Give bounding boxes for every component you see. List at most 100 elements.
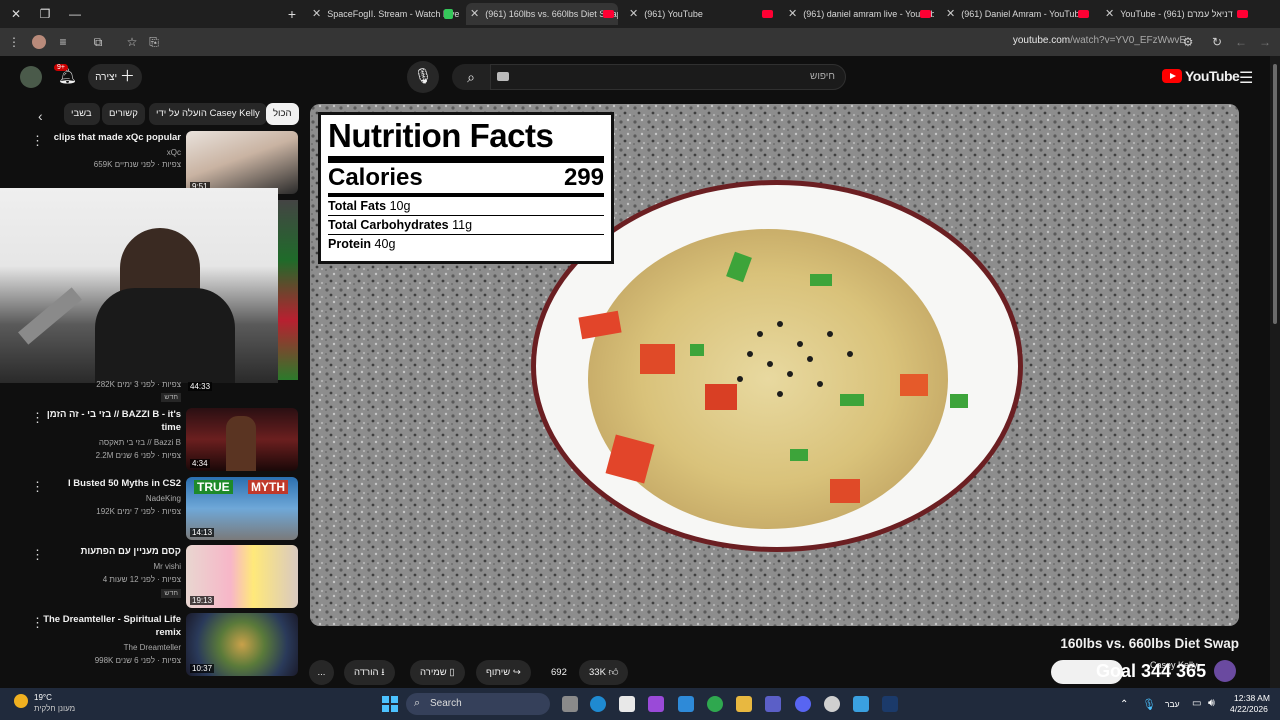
network-icon[interactable]: ▭ (1192, 698, 1201, 709)
tab-spacefog[interactable]: ✕ SpaceFogII. Stream - Watch Live (308, 3, 463, 25)
microphone-tray-icon[interactable]: 🎙︎ (1142, 698, 1156, 711)
menu-dots-icon[interactable]: ⋮ (6, 34, 22, 50)
video-title[interactable]: I Busted 50 Myths in CS2 (41, 477, 181, 490)
share-label: שיתוף (486, 667, 511, 678)
scrollbar-thumb[interactable] (1273, 64, 1277, 324)
create-button[interactable]: יצירה ＋ (88, 64, 142, 90)
steam-icon[interactable] (882, 696, 898, 712)
chip-more[interactable]: בשבי (64, 103, 100, 125)
close-tab-icon[interactable]: ✕ (470, 3, 479, 25)
kick-favicon-icon (444, 9, 453, 19)
weather-icon[interactable] (14, 694, 28, 708)
app-icon[interactable] (853, 696, 869, 712)
duration-badge: 44:33 (188, 382, 213, 391)
chip-all[interactable]: הכול (266, 103, 299, 125)
voice-search-icon[interactable]: 🎙︎ (407, 61, 439, 93)
forward-icon[interactable]: → (1257, 34, 1273, 50)
edge-icon[interactable] (590, 696, 606, 712)
volume-icon[interactable]: 🔊︎ (1208, 697, 1215, 710)
cast-icon[interactable]: ⎘ (146, 34, 162, 50)
tab-label: (961) daniel amram live - YouTube (803, 9, 934, 19)
calories-row: Calories 299 (328, 163, 604, 193)
video-meta: 282K צפיות · לפני 3 ימים (96, 380, 181, 389)
tab-youtube[interactable]: ✕ (961) YouTube (625, 3, 775, 25)
channel-name[interactable]: Casey Kelly (1150, 660, 1198, 670)
reading-list-icon[interactable]: ≡ (55, 34, 71, 50)
tray-chevron-icon[interactable]: ⌃ (1120, 699, 1128, 710)
video-title[interactable]: clips that made xQc popular (41, 131, 181, 144)
channel-name[interactable]: The Dreamteller (124, 643, 181, 652)
tab-daniel-hebrew[interactable]: ✕ YouTube - דניאל עמרם (961) (1101, 3, 1251, 25)
windows-start-icon[interactable] (382, 696, 398, 712)
hamburger-menu-icon[interactable]: ☰ (1239, 68, 1253, 88)
list-item[interactable]: ⋮ I Busted 50 Myths in CS2 NadeKing 192K… (26, 477, 298, 540)
list-item[interactable]: ⋮ The Dreamteller - Spiritual Life remix… (26, 613, 298, 676)
share-button[interactable]: שיתוף ↪ (476, 660, 531, 685)
video-thumbnail[interactable]: TRUE MYTH 14:13 (186, 477, 298, 540)
calories-value: 299 (563, 164, 604, 191)
restore-window-icon[interactable]: ❐ (37, 6, 53, 22)
task-view-icon[interactable] (562, 696, 578, 712)
app-icon[interactable] (678, 696, 694, 712)
list-item[interactable]: 282K צפיות · לפני 3 ימים חדש 44:33 (26, 378, 298, 406)
back-icon[interactable]: ← (1233, 34, 1249, 50)
list-item[interactable]: ⋮ קסם מעניין עם הפתעות Mr vishi 4 צפיות … (26, 545, 298, 608)
youtube-favicon-icon (1078, 10, 1089, 18)
channel-name[interactable]: Mr vishi (153, 562, 181, 571)
close-tab-icon[interactable]: ✕ (946, 3, 955, 25)
tab-daniel-amram[interactable]: ✕ (961) Daniel Amram - YouTube (942, 3, 1097, 25)
like-button[interactable]: 33K 👍︎ (579, 660, 629, 685)
video-thumbnail[interactable]: 9:51 (186, 131, 298, 194)
chip-uploaded-by[interactable]: הועלה על ידי Casey Kelly (149, 103, 267, 125)
download-button[interactable]: הורדה ⭳ (344, 660, 395, 685)
tab-diet-swap[interactable]: ✕ (961) 160lbs vs. 660lbs Diet Swap (466, 3, 618, 25)
close-tab-icon[interactable]: ✕ (1105, 3, 1114, 25)
close-window-icon[interactable]: ✕ (8, 6, 24, 22)
taskbar-search[interactable]: Search (406, 693, 550, 715)
channel-avatar[interactable] (1214, 660, 1236, 682)
search-input[interactable]: חיפוש (490, 64, 846, 90)
taskbar: 19°C מעונן חלקית Search ⌕ 12:38 AM 4/22/… (0, 688, 1280, 720)
list-item[interactable]: ⋮ clips that made xQc popular xQc 659K צ… (26, 131, 298, 194)
video-title[interactable]: בזי בי - זה הזמן // BAZZI B - it's time (41, 408, 181, 434)
youtube-logo[interactable]: YouTube (1162, 68, 1240, 86)
page-scrollbar[interactable] (1270, 56, 1280, 688)
video-title[interactable]: קסם מעניין עם הפתעות (41, 545, 181, 558)
list-item[interactable]: ⋮ בזי בי - זה הזמן // BAZZI B - it's tim… (26, 408, 298, 471)
channel-name[interactable]: בזי בי תאקסה // Bazzi B (99, 438, 181, 447)
address-bar[interactable]: youtube.com/watch?v=YV0_EFzWwvE (1013, 35, 1186, 46)
language-indicator[interactable]: עבר (1165, 699, 1180, 709)
video-thumbnail[interactable]: 19:13 (186, 545, 298, 608)
close-tab-icon[interactable]: ✕ (788, 3, 797, 25)
save-button[interactable]: שמירה ▯ (410, 660, 465, 685)
teams-icon[interactable] (765, 696, 781, 712)
more-actions-button[interactable]: ... (309, 660, 334, 685)
extensions-icon[interactable]: ⧉ (90, 34, 106, 50)
app-icon[interactable] (648, 696, 664, 712)
video-title[interactable]: The Dreamteller - Spiritual Life remix (41, 613, 181, 639)
keyboard-icon[interactable] (497, 72, 509, 81)
account-avatar[interactable] (20, 66, 42, 88)
close-tab-icon[interactable]: ✕ (312, 3, 321, 25)
new-tab-icon[interactable]: + (284, 6, 300, 22)
chips-scroll-left-icon[interactable]: ‹ (38, 108, 43, 124)
discord-icon[interactable] (795, 696, 811, 712)
duration-badge: 14:13 (190, 528, 215, 537)
chrome-icon[interactable] (707, 696, 723, 712)
channel-name[interactable]: xQc (167, 148, 181, 157)
search-button[interactable]: ⌕ (452, 64, 490, 90)
app-icon[interactable] (824, 696, 840, 712)
site-settings-icon[interactable]: ⚙ (1180, 34, 1196, 50)
file-explorer-icon[interactable] (736, 696, 752, 712)
chip-related[interactable]: קשורים (102, 103, 145, 125)
minimize-window-icon[interactable]: — (67, 6, 83, 22)
tab-daniel-live[interactable]: ✕ (961) daniel amram live - YouTube (784, 3, 934, 25)
channel-name[interactable]: NadeKing (146, 494, 181, 503)
video-thumbnail[interactable]: 10:37 (186, 613, 298, 676)
close-tab-icon[interactable]: ✕ (629, 3, 638, 25)
video-thumbnail[interactable]: 4:34 (186, 408, 298, 471)
store-icon[interactable] (619, 696, 635, 712)
profile-avatar[interactable] (32, 35, 46, 49)
bookmark-star-icon[interactable]: ☆ (124, 34, 140, 50)
reload-icon[interactable]: ↻ (1209, 34, 1225, 50)
